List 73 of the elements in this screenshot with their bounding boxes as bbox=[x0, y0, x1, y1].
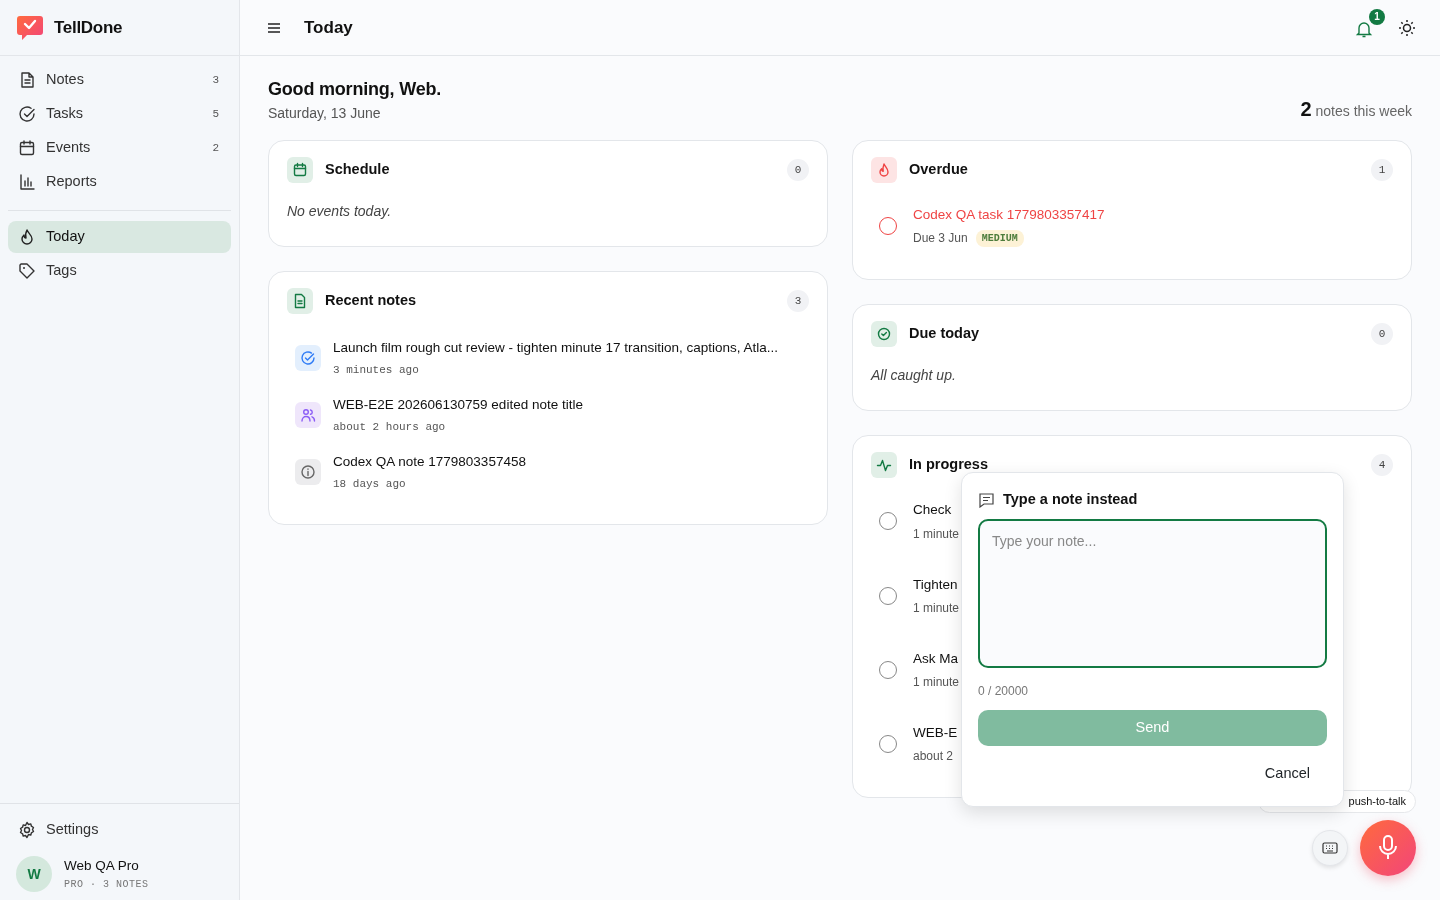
tag-icon bbox=[18, 262, 36, 280]
task-title[interactable]: Tighten bbox=[913, 574, 960, 595]
notification-badge: 1 bbox=[1369, 8, 1385, 25]
count-badge: 0 bbox=[1371, 323, 1393, 346]
sidebar-item[interactable]: Reports bbox=[8, 166, 231, 198]
task-title[interactable]: Check bbox=[913, 500, 960, 521]
sidebar-item[interactable]: Tags bbox=[8, 255, 231, 287]
people-icon bbox=[300, 407, 316, 424]
logo-icon bbox=[16, 14, 44, 41]
count-badge: 4 bbox=[1371, 454, 1393, 477]
note-title[interactable]: Codex QA note 1779803357458 bbox=[333, 451, 526, 472]
note-time: about 2 hours ago bbox=[333, 420, 447, 435]
info-icon bbox=[300, 463, 316, 480]
stat-label: notes this week bbox=[1315, 102, 1412, 121]
sidebar-item[interactable]: Tasks 5 bbox=[8, 98, 231, 130]
note-time: 3 minutes ago bbox=[333, 363, 420, 379]
task-meta: Due 3 Jun bbox=[913, 230, 968, 248]
calendar-icon bbox=[18, 139, 36, 157]
section-title: Overdue bbox=[909, 160, 968, 180]
settings-icon bbox=[18, 821, 36, 839]
greeting-heading: Good morning, Web. bbox=[268, 78, 442, 101]
task-title[interactable]: WEB-E bbox=[913, 723, 958, 744]
flame-icon bbox=[876, 162, 892, 178]
message-icon bbox=[978, 491, 995, 508]
note-title[interactable]: WEB-E2E 202606130759 edited note title bbox=[333, 394, 583, 415]
item-count: 2 bbox=[212, 140, 219, 156]
cancel-button[interactable]: Cancel bbox=[1263, 761, 1311, 786]
task-meta: 1 minute bbox=[913, 525, 960, 543]
task-meta: 1 minute bbox=[913, 599, 960, 617]
calendar-icon bbox=[292, 162, 308, 178]
record-button[interactable] bbox=[1360, 820, 1416, 876]
section-title: Due today bbox=[909, 324, 980, 344]
empty-message: All caught up. bbox=[871, 366, 957, 386]
activity-icon bbox=[876, 457, 892, 474]
item-count: 3 bbox=[212, 72, 219, 88]
check-circle-icon bbox=[876, 326, 892, 343]
document-icon bbox=[292, 293, 308, 309]
user-plan: PRO · 3 NOTES bbox=[64, 877, 149, 892]
character-counter: 0 / 20000 bbox=[978, 682, 1030, 700]
microphone-icon bbox=[1378, 835, 1398, 861]
note-time: 18 days ago bbox=[333, 476, 407, 492]
theme-toggle-icon[interactable] bbox=[1398, 18, 1416, 37]
empty-message: No events today. bbox=[287, 202, 393, 221]
app-name: TellDone bbox=[54, 16, 123, 39]
count-badge: 3 bbox=[787, 290, 809, 312]
task-meta: 1 minute bbox=[913, 674, 960, 691]
page-title: Today bbox=[304, 16, 353, 39]
section-title: In progress bbox=[909, 455, 988, 475]
item-count: 5 bbox=[212, 106, 219, 122]
user-avatar[interactable]: W bbox=[16, 856, 52, 892]
keyboard-icon bbox=[1322, 842, 1338, 854]
flame-icon bbox=[18, 228, 36, 246]
priority-tag: MEDIUM bbox=[975, 229, 1024, 247]
task-title[interactable]: Ask Ma bbox=[913, 648, 960, 669]
section-title: Recent notes bbox=[325, 291, 417, 311]
settings-link[interactable]: Settings bbox=[8, 814, 231, 846]
date-label: Saturday, 13 June bbox=[268, 104, 382, 123]
document-icon bbox=[18, 71, 36, 89]
sidebar-item[interactable]: Notes 3 bbox=[8, 64, 231, 96]
task-meta: about 2 bbox=[913, 748, 954, 766]
user-name: Web QA Pro bbox=[64, 857, 140, 876]
stat-value: 2 bbox=[1300, 97, 1312, 122]
count-badge: 0 bbox=[787, 159, 809, 181]
task-title[interactable]: Codex QA task 1779803357417 bbox=[913, 205, 1105, 226]
note-input[interactable]: Type your note... bbox=[978, 518, 1327, 668]
note-title[interactable]: Launch film rough cut review - tighten minute 17 transition, captions, Atla... bbox=[333, 338, 778, 359]
count-badge: 1 bbox=[1371, 159, 1393, 181]
popover-title: Type a note instead bbox=[1003, 490, 1138, 509]
sidebar-item[interactable]: Events 2 bbox=[8, 132, 231, 164]
section-title: Schedule bbox=[325, 160, 390, 180]
sidebar-item[interactable]: Today bbox=[8, 221, 231, 253]
keyboard-button[interactable] bbox=[1312, 830, 1348, 866]
bar-chart-icon bbox=[18, 173, 36, 191]
